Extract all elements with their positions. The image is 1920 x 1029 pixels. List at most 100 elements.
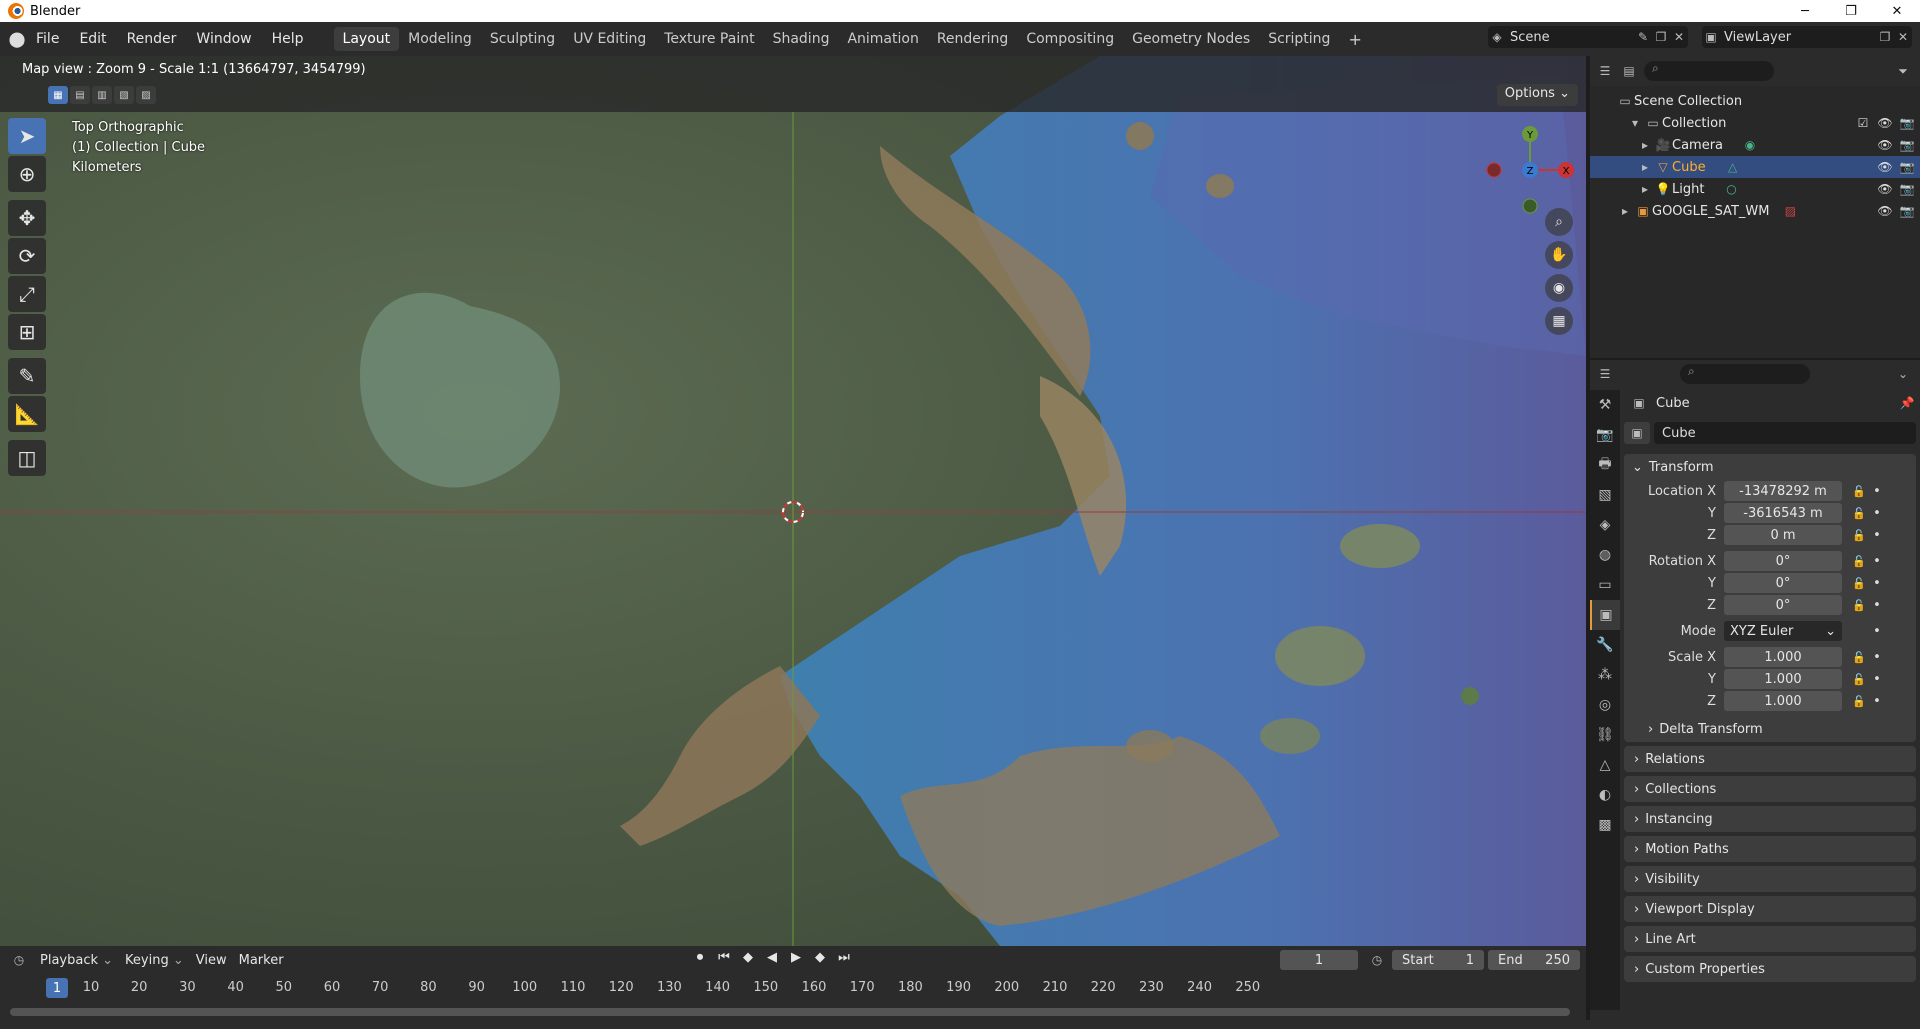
start-frame-field[interactable]: Start 1 [1392, 950, 1484, 970]
delete-viewlayer-icon[interactable]: ✕ [1894, 28, 1912, 46]
outliner-row-cube[interactable]: ▸ ▽ Cube △ 👁 📷 [1590, 156, 1920, 178]
lock-icon[interactable]: 🔓 [1848, 485, 1870, 498]
next-keyframe-icon[interactable]: ◆ [810, 950, 830, 965]
close-button[interactable]: ✕ [1874, 0, 1920, 22]
visibility-eye-icon[interactable]: 👁 [1876, 182, 1894, 196]
prev-keyframe-icon[interactable]: ◆ [738, 950, 758, 965]
panel-instancing[interactable]: › Instancing [1624, 806, 1916, 832]
render-camera-icon[interactable]: 📷 [1898, 138, 1916, 152]
keying-menu[interactable]: Keying [125, 953, 184, 968]
delete-scene-icon[interactable]: ✕ [1670, 28, 1688, 46]
select-tool-icon[interactable]: ➤ [8, 118, 46, 154]
keyframe-dot-icon[interactable]: • [1870, 598, 1884, 613]
keyframe-dot-icon[interactable]: • [1870, 650, 1884, 665]
lock-icon[interactable]: 🔓 [1848, 599, 1870, 612]
minimize-button[interactable]: ─ [1782, 0, 1828, 22]
pin-icon[interactable]: ✎ [1634, 28, 1652, 46]
add-cube-tool-icon[interactable]: ◫ [8, 440, 46, 476]
tab-modeling[interactable]: Modeling [399, 27, 481, 51]
current-frame-field[interactable]: 1 [1280, 950, 1358, 970]
clock-icon[interactable]: ◷ [1368, 951, 1386, 969]
tab-geometry-nodes[interactable]: Geometry Nodes [1123, 27, 1259, 51]
scale-z-field[interactable]: 1.000 [1724, 691, 1842, 711]
object-tab-icon[interactable]: ▣ [1590, 600, 1620, 630]
maximize-button[interactable]: ❐ [1828, 0, 1874, 22]
keyframe-dot-icon[interactable]: • [1870, 506, 1884, 521]
visibility-eye-icon[interactable]: 👁 [1876, 138, 1894, 152]
pan-hand-icon[interactable]: ✋ [1545, 241, 1573, 269]
constraints-tab-icon[interactable]: ⛓ [1590, 720, 1620, 750]
expand-chevron-icon[interactable]: ▸ [1636, 158, 1654, 176]
outliner-row-camera[interactable]: ▸ 🎥 Camera ◉ 👁 📷 [1590, 134, 1920, 156]
expand-chevron-icon[interactable]: ▾ [1626, 114, 1644, 132]
select-intersect-icon[interactable]: ▨ [136, 86, 156, 104]
scale-x-field[interactable]: 1.000 [1724, 647, 1842, 667]
lock-icon[interactable]: 🔓 [1848, 529, 1870, 542]
chevron-down-icon[interactable]: ⌄ [1894, 365, 1912, 383]
collection-tab-icon[interactable]: ▭ [1590, 570, 1620, 600]
tab-layout[interactable]: Layout [333, 27, 400, 51]
panel-motion-paths[interactable]: › Motion Paths [1624, 836, 1916, 862]
scale-tool-icon[interactable]: ⤢ [8, 276, 46, 312]
visibility-eye-icon[interactable]: 👁 [1876, 160, 1894, 174]
location-y-field[interactable]: -3616543 m [1724, 503, 1842, 523]
panel-custom-properties[interactable]: › Custom Properties [1624, 956, 1916, 982]
editor-type-icon[interactable]: ◷ [10, 951, 28, 969]
play-icon[interactable]: ▶ [786, 950, 806, 965]
pin-icon[interactable]: 📌 [1898, 394, 1916, 412]
rotation-mode-select[interactable]: XYZ Euler ⌄ [1724, 621, 1842, 641]
scale-y-field[interactable]: 1.000 [1724, 669, 1842, 689]
measure-tool-icon[interactable]: 📐 [8, 396, 46, 432]
keyframe-dot-icon[interactable]: • [1870, 528, 1884, 543]
material-tab-icon[interactable]: ◐ [1590, 780, 1620, 810]
output-tab-icon[interactable]: 🖶 [1590, 450, 1620, 480]
object-name-field[interactable]: Cube [1654, 422, 1916, 444]
lock-icon[interactable]: 🔓 [1848, 651, 1870, 664]
rotate-tool-icon[interactable]: ⟳ [8, 238, 46, 274]
tab-shading[interactable]: Shading [764, 27, 839, 51]
outliner-search[interactable]: ⌕ [1644, 61, 1774, 81]
blender-menu-icon[interactable]: ⬤ [8, 30, 26, 48]
collection-row[interactable]: ▾ ▭ Collection ☑ 👁 📷 [1590, 112, 1920, 134]
view-menu[interactable]: View [196, 953, 227, 968]
zoom-icon[interactable]: ⌕ [1545, 208, 1573, 236]
menu-render[interactable]: Render [117, 31, 187, 47]
new-scene-icon[interactable]: ❐ [1652, 28, 1670, 46]
tab-uv-editing[interactable]: UV Editing [564, 27, 655, 51]
visibility-eye-icon[interactable]: 👁 [1876, 116, 1894, 130]
keyframe-dot-icon[interactable]: • [1870, 672, 1884, 687]
keyframe-dot-icon[interactable]: • [1870, 624, 1884, 639]
cursor-tool-icon[interactable]: ⊕ [8, 156, 46, 192]
menu-edit[interactable]: Edit [69, 31, 116, 47]
jump-start-icon[interactable]: ⏮ [714, 950, 734, 965]
properties-search[interactable]: ⌕ [1680, 364, 1810, 384]
expand-chevron-icon[interactable]: ▸ [1616, 202, 1634, 220]
object-type-icon[interactable]: ▣ [1624, 422, 1650, 444]
keyframe-dot-icon[interactable]: • [1870, 694, 1884, 709]
end-frame-field[interactable]: End 250 [1488, 950, 1580, 970]
3d-viewport[interactable]: Map view : Zoom 9 - Scale 1:1 (13664797,… [0, 56, 1586, 946]
render-camera-icon[interactable]: 📷 [1898, 182, 1916, 196]
exclude-checkbox[interactable]: ☑ [1854, 116, 1872, 130]
tab-animation[interactable]: Animation [838, 27, 927, 51]
lock-icon[interactable]: 🔓 [1848, 695, 1870, 708]
tab-sculpting[interactable]: Sculpting [481, 27, 564, 51]
panel-collections[interactable]: › Collections [1624, 776, 1916, 802]
texture-tab-icon[interactable]: ▩ [1590, 810, 1620, 840]
marker-menu[interactable]: Marker [239, 953, 284, 968]
scene-collection-row[interactable]: ▭ Scene Collection [1590, 90, 1920, 112]
keyframe-dot-icon[interactable]: • [1870, 554, 1884, 569]
filter-icon[interactable]: ⏷ [1894, 62, 1912, 80]
timeline-scrollbar[interactable] [10, 1008, 1570, 1016]
render-camera-icon[interactable]: 📷 [1898, 204, 1916, 218]
move-tool-icon[interactable]: ✥ [8, 200, 46, 236]
panel-viewport-display[interactable]: › Viewport Display [1624, 896, 1916, 922]
location-z-field[interactable]: 0 m [1724, 525, 1842, 545]
menu-file[interactable]: File [26, 31, 69, 47]
menu-help[interactable]: Help [262, 31, 314, 47]
panel-line-art[interactable]: › Line Art [1624, 926, 1916, 952]
panel-visibility[interactable]: › Visibility [1624, 866, 1916, 892]
view-layer-tab-icon[interactable]: ▧ [1590, 480, 1620, 510]
render-tab-icon[interactable]: 📷 [1590, 420, 1620, 450]
world-tab-icon[interactable]: ◍ [1590, 540, 1620, 570]
